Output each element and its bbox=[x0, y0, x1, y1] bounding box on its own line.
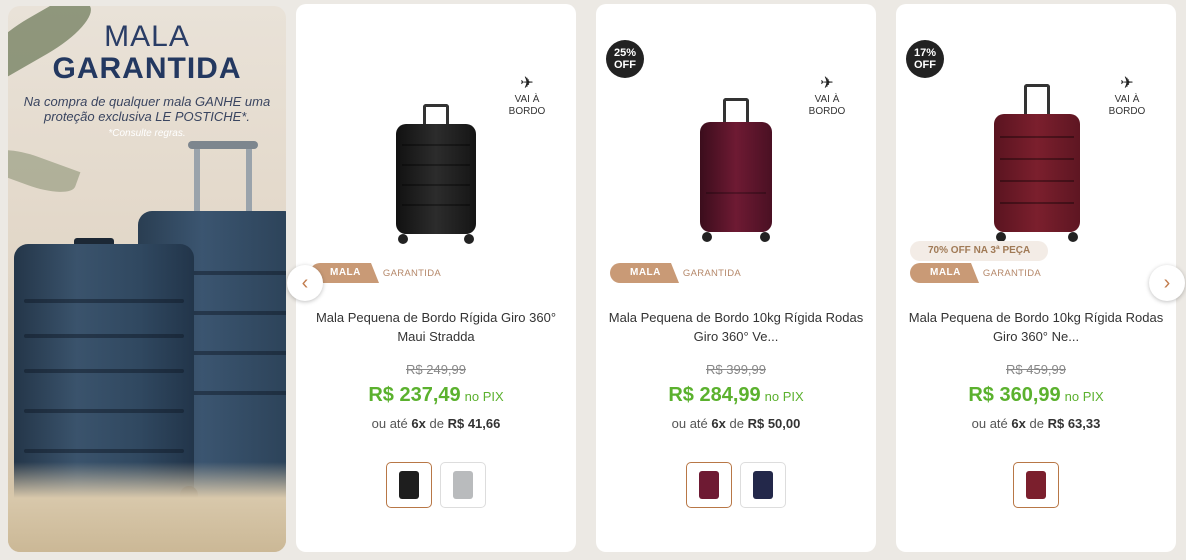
leaf-decoration bbox=[8, 141, 81, 201]
chevron-right-icon: › bbox=[1163, 271, 1171, 294]
carousel-prev-button[interactable]: ‹ bbox=[287, 265, 323, 301]
onboard-label: VAI À BORDO bbox=[1108, 94, 1146, 117]
plane-icon: ✈ bbox=[1120, 75, 1134, 92]
pix-price: R$ 237,49 bbox=[368, 384, 461, 406]
guarantee-tag-sub: GARANTIDA bbox=[682, 267, 742, 279]
product-name[interactable]: Mala Pequena de Bordo Rígida Giro 360° M… bbox=[306, 308, 566, 346]
product-card[interactable]: ✈ VAI À BORDO MALA GARANTIDA Mala Pequen… bbox=[296, 4, 576, 552]
onboard-badge: ✈ VAI À BORDO bbox=[1102, 76, 1152, 118]
banner-title-line1: MALA bbox=[104, 20, 190, 53]
suitcase-icon bbox=[994, 84, 1080, 242]
onboard-label: VAI À BORDO bbox=[508, 94, 546, 117]
discount-badge: 17% OFF bbox=[906, 40, 944, 78]
promo-pill: 70% OFF NA 3ª PEÇA bbox=[910, 241, 1049, 261]
banner-title-line2: GARANTIDA bbox=[52, 52, 242, 85]
onboard-badge: ✈ VAI À BORDO bbox=[502, 76, 552, 118]
suitcase-icon bbox=[396, 104, 476, 244]
installment-info: ou até 6x de R$ 50,00 bbox=[671, 416, 801, 431]
color-swatches bbox=[296, 462, 576, 508]
promo-banner[interactable]: MALA GARANTIDA Na compra de qualquer mal… bbox=[8, 6, 286, 552]
guarantee-tag: MALA GARANTIDA bbox=[910, 263, 1041, 283]
guarantee-tag: MALA GARANTIDA bbox=[310, 263, 441, 283]
color-swatch-black[interactable] bbox=[386, 462, 432, 508]
product-image[interactable] bbox=[296, 4, 576, 264]
onboard-label: VAI À BORDO bbox=[808, 94, 846, 117]
banner-note: *Consulte regras. bbox=[108, 128, 186, 139]
installment-info: ou até 6x de R$ 41,66 bbox=[371, 416, 501, 431]
chevron-left-icon: ‹ bbox=[301, 271, 309, 294]
color-swatch-gray[interactable] bbox=[440, 462, 486, 508]
banner-description: Na compra de qualquer mala GANHE uma pro… bbox=[23, 94, 271, 124]
price-row: R$ 237,49 no PIX bbox=[296, 384, 576, 407]
guarantee-tag-sub: GARANTIDA bbox=[382, 267, 442, 279]
pix-label: no PIX bbox=[1064, 389, 1104, 404]
banner-text: MALA GARANTIDA Na compra de qualquer mal… bbox=[8, 20, 286, 140]
old-price: R$ 399,99 bbox=[706, 362, 766, 377]
plane-icon: ✈ bbox=[520, 75, 534, 92]
onboard-badge: ✈ VAI À BORDO bbox=[802, 76, 852, 118]
product-card[interactable]: 25% OFF ✈ VAI À BORDO MALA GARANTIDA Mala… bbox=[596, 4, 876, 552]
color-swatches bbox=[896, 462, 1176, 508]
old-price: R$ 249,99 bbox=[406, 362, 466, 377]
color-swatch-burgundy[interactable] bbox=[1013, 462, 1059, 508]
pix-price: R$ 284,99 bbox=[668, 384, 761, 406]
carousel-next-button[interactable]: › bbox=[1149, 265, 1185, 301]
product-name[interactable]: Mala Pequena de Bordo 10kg Rígida Rodas … bbox=[906, 308, 1166, 346]
product-image[interactable] bbox=[896, 4, 1176, 264]
price-row: R$ 284,99 no PIX bbox=[596, 384, 876, 407]
discount-badge: 25% OFF bbox=[606, 40, 644, 78]
product-name[interactable]: Mala Pequena de Bordo 10kg Rígida Rodas … bbox=[606, 308, 866, 346]
guarantee-tag: MALA GARANTIDA bbox=[610, 263, 741, 283]
color-swatches bbox=[596, 462, 876, 508]
plane-icon: ✈ bbox=[820, 75, 834, 92]
old-price: R$ 459,99 bbox=[1006, 362, 1066, 377]
guarantee-tag-sub: GARANTIDA bbox=[982, 267, 1042, 279]
pix-price: R$ 360,99 bbox=[968, 384, 1061, 406]
guarantee-tag-main: MALA bbox=[910, 263, 979, 283]
pix-label: no PIX bbox=[464, 389, 504, 404]
product-image[interactable] bbox=[596, 4, 876, 264]
color-swatch-navy[interactable] bbox=[740, 462, 786, 508]
pix-label: no PIX bbox=[764, 389, 804, 404]
installment-info: ou até 6x de R$ 63,33 bbox=[971, 416, 1101, 431]
guarantee-tag-main: MALA bbox=[610, 263, 679, 283]
color-swatch-wine[interactable] bbox=[686, 462, 732, 508]
suitcase-icon bbox=[700, 98, 772, 242]
price-row: R$ 360,99 no PIX bbox=[896, 384, 1176, 407]
product-card[interactable]: 17% OFF ✈ VAI À BORDO 70% OFF NA 3ª PEÇA … bbox=[896, 4, 1176, 552]
